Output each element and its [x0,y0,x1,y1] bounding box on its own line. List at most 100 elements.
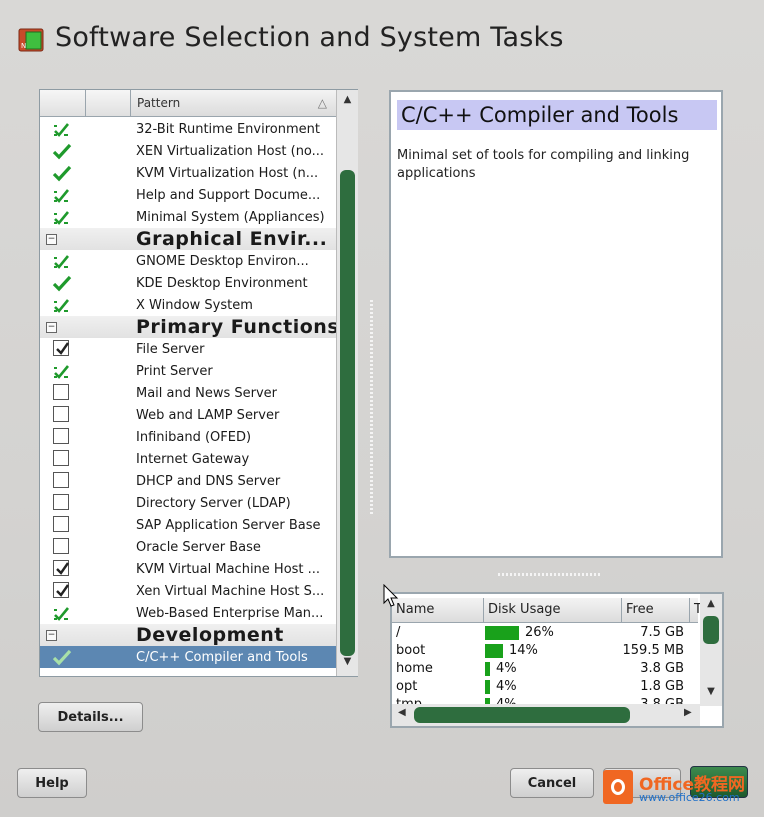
pattern-row[interactable]: Minimal System (Appliances) [40,206,336,228]
collapse-icon[interactable]: − [46,630,57,641]
scroll-up-icon[interactable]: ▲ [337,94,358,110]
auto-selected-check-icon[interactable] [52,605,70,622]
disk-usage-rows: / 26% 7.5 GB boot 14% 159.5 MB home 4% 3.8 GB opt… [392,624,698,714]
pattern-row[interactable]: Web-Based Enterprise Man... [40,602,336,624]
scroll-left-icon[interactable]: ◀ [398,707,406,718]
column-header-free[interactable]: Free [622,598,690,622]
pattern-row[interactable]: Web and LAMP Server [40,404,336,426]
pattern-label: Help and Support Docume... [136,188,321,203]
unchecked-checkbox-icon[interactable] [53,538,69,554]
scroll-down-icon[interactable]: ▼ [337,656,358,672]
pattern-row[interactable]: KVM Virtualization Host (n... [40,162,336,184]
unchecked-checkbox-icon[interactable] [53,472,69,488]
disk-usage-percent: 14% [509,643,538,658]
vertical-splitter-handle[interactable] [370,300,373,515]
pattern-row[interactable]: KVM Virtual Machine Host ... [40,558,336,580]
column-header-name[interactable]: Name [392,598,484,622]
pattern-group-header[interactable]: − Graphical Envir... [40,228,336,250]
unchecked-checkbox-icon[interactable] [53,494,69,510]
disk-usage-table: Name Disk Usage Free T / 26% 7.5 GB boot 14%… [390,592,724,728]
details-button[interactable]: Details... [38,702,143,732]
installed-check-icon[interactable] [52,165,72,182]
pattern-label: 32-Bit Runtime Environment [136,122,320,137]
free-space-value: 1.8 GB [640,679,684,694]
status-column-header[interactable] [40,90,86,116]
table-row[interactable]: boot 14% 159.5 MB [392,642,698,660]
unchecked-checkbox-icon[interactable] [53,428,69,444]
checked-checkbox-icon[interactable] [53,582,69,598]
pattern-label: GNOME Desktop Environ... [136,254,309,269]
pattern-group-label: Development [136,624,284,646]
pattern-row[interactable]: Mail and News Server [40,382,336,404]
scrollbar-thumb[interactable] [703,616,719,644]
pattern-row[interactable]: XEN Virtualization Host (no... [40,140,336,162]
pattern-row[interactable]: Internet Gateway [40,448,336,470]
pattern-label: Oracle Server Base [136,540,261,555]
column-header-disk-usage[interactable]: Disk Usage [484,598,622,622]
pattern-row[interactable]: GNOME Desktop Environ... [40,250,336,272]
auto-selected-check-icon[interactable] [52,297,70,314]
pattern-column-header[interactable]: Pattern △ [132,90,335,116]
installed-check-icon[interactable] [52,275,72,292]
unchecked-checkbox-icon[interactable] [53,516,69,532]
pattern-group-header[interactable]: − Primary Functions [40,316,339,338]
unchecked-checkbox-icon[interactable] [53,406,69,422]
pattern-list: Pattern △ 32-Bit Runtime Environment XEN … [39,89,358,677]
scrollbar-thumb[interactable] [340,170,355,656]
pattern-row[interactable]: Oracle Server Base [40,536,336,558]
description-text: Minimal set of tools for compiling and l… [397,148,690,181]
horizontal-splitter-handle[interactable] [498,573,602,576]
pattern-row[interactable]: DHCP and DNS Server [40,470,336,492]
pattern-row[interactable]: Directory Server (LDAP) [40,492,336,514]
help-button[interactable]: Help [17,768,87,798]
checked-checkbox-icon[interactable] [53,340,69,356]
pattern-label: SAP Application Server Base [136,518,321,533]
unchecked-checkbox-icon[interactable] [53,384,69,400]
icon-column-header[interactable] [86,90,131,116]
pattern-row[interactable]: Xen Virtual Machine Host S... [40,580,336,602]
unchecked-checkbox-icon[interactable] [53,450,69,466]
cancel-button[interactable]: Cancel [510,768,594,798]
pattern-label: C/C++ Compiler and Tools [136,650,308,665]
pattern-row[interactable]: KDE Desktop Environment [40,272,336,294]
pattern-row[interactable]: Infiniband (OFED) [40,426,336,448]
table-row[interactable]: home 4% 3.8 GB [392,660,698,678]
table-row[interactable]: opt 4% 1.8 GB [392,678,698,696]
disk-usage-header: Name Disk Usage Free T [392,598,702,623]
pattern-row[interactable]: Help and Support Docume... [40,184,336,206]
pattern-row[interactable]: Print Server [40,360,336,382]
installed-check-icon[interactable] [52,649,72,666]
checked-checkbox-icon[interactable] [53,560,69,576]
scrollbar-thumb[interactable] [414,707,630,723]
sort-ascending-icon: △ [317,96,327,110]
collapse-icon[interactable]: − [46,234,57,245]
installed-check-icon[interactable] [52,143,72,160]
pattern-row[interactable]: X Window System [40,294,336,316]
mount-point-name: opt [396,679,418,694]
scroll-down-icon[interactable]: ▼ [700,686,722,697]
pattern-row[interactable]: File Server [40,338,336,360]
scroll-up-icon[interactable]: ▲ [700,598,722,609]
auto-selected-check-icon[interactable] [52,253,70,270]
auto-selected-check-icon[interactable] [52,187,70,204]
table-row[interactable]: / 26% 7.5 GB [392,624,698,642]
pattern-label: File Server [136,342,205,357]
disk-horizontal-scrollbar[interactable]: ◀ ▶ [392,704,700,726]
auto-selected-check-icon[interactable] [52,363,70,380]
auto-selected-check-icon[interactable] [52,121,70,138]
pattern-label: Xen Virtual Machine Host S... [136,584,325,599]
pattern-list-scrollbar[interactable]: ▲ ▼ [336,90,358,676]
auto-selected-check-icon[interactable] [52,209,70,226]
svg-text:N: N [21,42,26,50]
collapse-icon[interactable]: − [46,322,57,333]
pattern-label: Mail and News Server [136,386,278,401]
page-title: Software Selection and System Tasks [55,22,564,53]
free-space-value: 7.5 GB [640,625,684,640]
free-space-value: 159.5 MB [622,643,684,658]
scroll-right-icon[interactable]: ▶ [684,707,692,718]
pattern-row[interactable]: 32-Bit Runtime Environment [40,118,336,140]
disk-vertical-scrollbar[interactable]: ▲ ▼ [700,594,722,706]
pattern-row[interactable]: SAP Application Server Base [40,514,336,536]
pattern-row[interactable]: C/C++ Compiler and Tools [40,646,336,668]
pattern-group-header[interactable]: − Development [40,624,336,646]
